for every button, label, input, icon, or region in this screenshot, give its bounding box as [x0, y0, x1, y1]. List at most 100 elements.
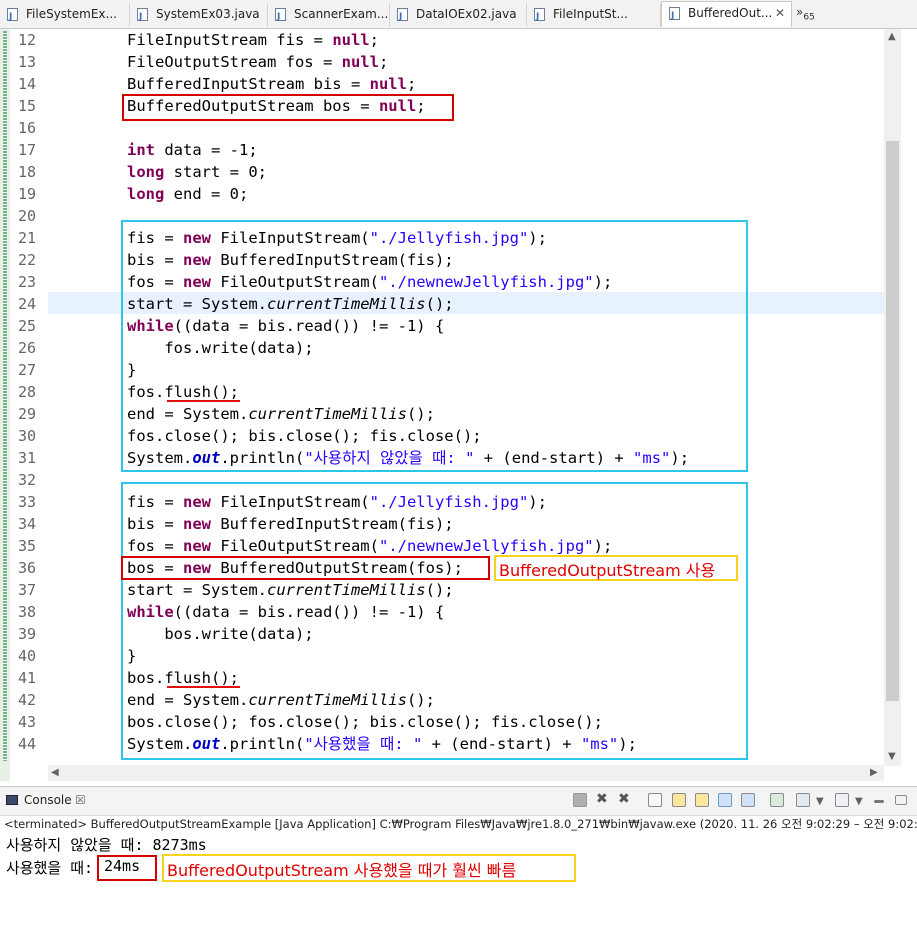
line-number: 39 — [17, 625, 36, 643]
java-file-icon — [534, 6, 545, 27]
underline-fos-flush — [167, 400, 240, 402]
highlight-box-bos-creation — [121, 556, 490, 580]
line-number: 29 — [17, 405, 36, 423]
word-wrap-icon[interactable] — [695, 793, 709, 807]
line-number: 27 — [17, 361, 36, 379]
close-icon[interactable]: ✕ — [775, 2, 785, 24]
code-line-13: FileOutputStream fos = null; — [127, 53, 389, 71]
console-header: Console ☒ ✖ ✖ ▼ ▼ — [0, 787, 917, 816]
highlight-box-buffered-block — [121, 482, 748, 760]
tab-label: ScannerExam... — [294, 7, 389, 21]
quick-diff-ruler — [0, 29, 10, 781]
highlight-box-unbuffered-block — [121, 220, 748, 472]
line-number: 21 — [17, 229, 36, 247]
line-number: 23 — [17, 273, 36, 291]
line-number: 20 — [17, 207, 36, 225]
show-on-output-icon[interactable] — [718, 793, 732, 807]
annotation-text-console: BufferedOutputStream 사용했을 때가 훨씬 빠름 — [167, 861, 517, 880]
line-number: 17 — [17, 141, 36, 159]
tab-overflow-button[interactable]: »65 — [796, 5, 815, 22]
console-tab[interactable]: Console — [24, 793, 72, 807]
console-view: Console ☒ ✖ ✖ ▼ ▼ <terminated> BufferedO… — [0, 786, 917, 935]
line-number: 43 — [17, 713, 36, 731]
line-number: 33 — [17, 493, 36, 511]
line-number: 13 — [17, 53, 36, 71]
tab-label: BufferedOut... — [688, 6, 773, 20]
tab-bufferedout[interactable]: BufferedOut...✕ — [661, 1, 792, 27]
line-number: 44 — [17, 735, 36, 753]
java-file-icon — [669, 5, 680, 27]
tab-label: FileSystemEx... — [26, 7, 117, 21]
scroll-lock-icon[interactable] — [672, 793, 686, 807]
line-number: 22 — [17, 251, 36, 269]
line-number: 40 — [17, 647, 36, 665]
chevron-down-icon[interactable]: ▼ — [855, 796, 863, 807]
line-number: 26 — [17, 339, 36, 357]
show-on-error-icon[interactable] — [741, 793, 755, 807]
console-output-value: 24ms — [104, 857, 141, 875]
tab-scannerexam[interactable]: ScannerExam... — [268, 3, 390, 27]
code-line-18: long start = 0; — [127, 163, 267, 181]
line-number: 32 — [17, 471, 36, 489]
java-file-icon — [397, 6, 408, 27]
tab-filesystemex[interactable]: FileSystemEx... — [0, 3, 130, 27]
line-number: 25 — [17, 317, 36, 335]
scroll-up-icon[interactable]: ▲ — [888, 31, 896, 42]
line-number: 16 — [17, 119, 36, 137]
scroll-right-icon[interactable]: ▶ — [870, 767, 878, 778]
console-output-line: 사용하지 않았을 때: 8273ms — [6, 836, 207, 854]
vertical-scrollbar[interactable]: ▲ ▼ — [884, 29, 901, 766]
line-number: 12 — [17, 31, 36, 49]
code-editor[interactable]: 12 13 14 15 16 17 18 19 20 21 22 23 24 2… — [0, 29, 917, 781]
line-number: 14 — [17, 75, 36, 93]
highlight-box-bos-declaration — [122, 94, 454, 121]
line-number: 35 — [17, 537, 36, 555]
tab-fileinputst[interactable]: FileInputSt... — [527, 3, 661, 27]
tab-label: DataIOEx02.java — [416, 7, 517, 21]
change-marker — [3, 31, 7, 761]
line-number: 42 — [17, 691, 36, 709]
editor-tab-bar: FileSystemEx... SystemEx03.java ScannerE… — [0, 0, 917, 29]
scrollbar-thumb[interactable] — [886, 141, 899, 701]
code-line-17: int data = -1; — [127, 141, 258, 159]
overflow-count: 65 — [803, 12, 815, 23]
line-number: 34 — [17, 515, 36, 533]
tab-label: SystemEx03.java — [156, 7, 260, 21]
terminate-icon[interactable] — [573, 793, 587, 807]
launch-status: <terminated> BufferedOutputStreamExample… — [4, 817, 917, 831]
line-number: 37 — [17, 581, 36, 599]
code-line-12: FileInputStream fis = null; — [127, 31, 379, 49]
java-file-icon — [137, 6, 148, 27]
line-number: 30 — [17, 427, 36, 445]
tab-systemex03[interactable]: SystemEx03.java — [130, 3, 268, 27]
scroll-left-icon[interactable]: ◀ — [51, 767, 59, 778]
close-icon[interactable]: ☒ — [75, 793, 86, 807]
chevron-down-icon[interactable]: ▼ — [816, 796, 824, 807]
tab-label: FileInputSt... — [553, 7, 628, 21]
display-console-icon[interactable] — [796, 793, 810, 807]
java-file-icon — [275, 6, 286, 27]
code-line-14: BufferedInputStream bis = null; — [127, 75, 417, 93]
pin-console-icon[interactable] — [770, 793, 784, 807]
line-number: 24 — [17, 295, 36, 313]
line-number: 41 — [17, 669, 36, 687]
open-console-icon[interactable] — [835, 793, 849, 807]
remove-all-launches-icon[interactable]: ✖ — [618, 792, 632, 806]
java-file-icon — [7, 6, 18, 27]
clear-console-icon[interactable] — [648, 793, 662, 807]
line-number: 18 — [17, 163, 36, 181]
annotation-text-line36: BufferedOutputStream 사용 — [499, 561, 716, 580]
remove-launch-icon[interactable]: ✖ — [596, 792, 610, 806]
underline-bos-flush — [167, 686, 240, 688]
tab-dataioex02[interactable]: DataIOEx02.java — [390, 3, 527, 27]
line-number: 19 — [17, 185, 36, 203]
horizontal-scrollbar[interactable]: ◀ ▶ — [48, 765, 884, 781]
line-number: 15 — [17, 97, 36, 115]
code-line-19: long end = 0; — [127, 185, 249, 203]
line-number: 28 — [17, 383, 36, 401]
line-number: 38 — [17, 603, 36, 621]
maximize-icon[interactable] — [895, 795, 907, 805]
scroll-down-icon[interactable]: ▼ — [888, 751, 896, 762]
minimize-icon[interactable] — [874, 800, 884, 803]
line-number: 31 — [17, 449, 36, 467]
